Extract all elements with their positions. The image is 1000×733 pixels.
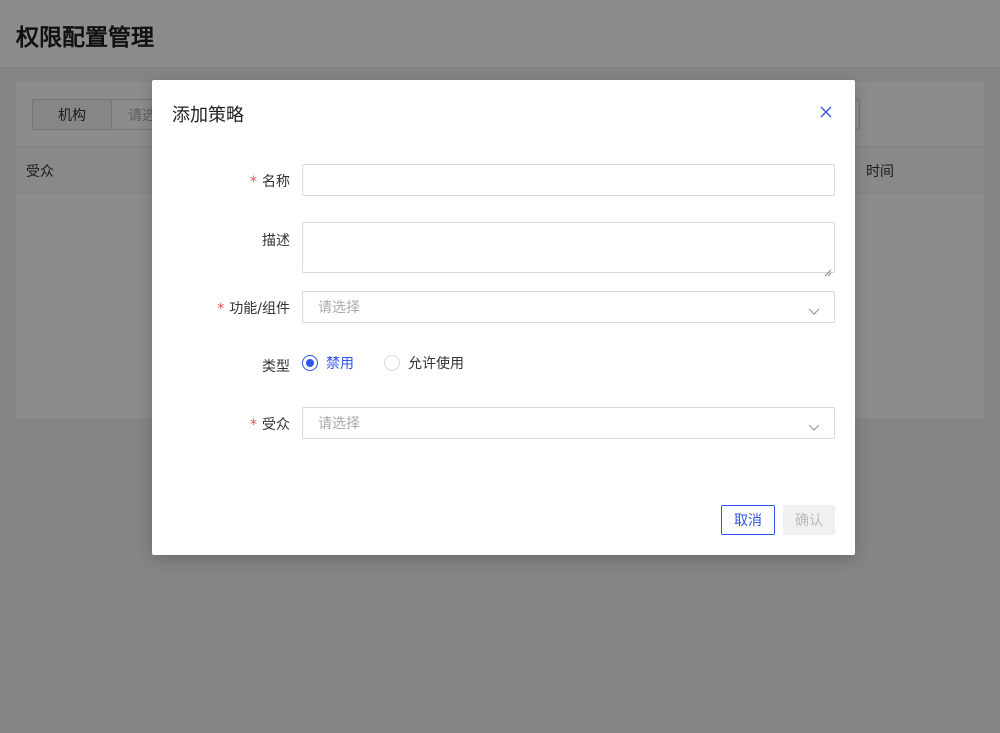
resize-grip-icon[interactable] [824, 262, 832, 277]
add-policy-modal: 添加策略 * 名称 描述 * 功能/组件 请选择 类型 禁用 允许使用 * 受众… [152, 80, 855, 555]
radio-disable[interactable]: 禁用 [302, 353, 354, 373]
description-textarea[interactable] [302, 222, 835, 277]
radio-disable-label: 禁用 [326, 356, 354, 372]
audience-label: * 受众 [250, 417, 290, 433]
radio-allow-circle[interactable] [384, 355, 400, 371]
chevron-down-icon [808, 420, 820, 431]
type-radio-group: 禁用 允许使用 [302, 352, 494, 374]
audience-placeholder: 请选择 [318, 416, 360, 432]
function-component-label: * 功能/组件 [217, 301, 290, 317]
close-icon[interactable] [816, 102, 836, 122]
type-label: 类型 [262, 359, 290, 375]
modal-title: 添加策略 [172, 105, 244, 126]
radio-disable-circle[interactable] [302, 355, 318, 371]
name-label: * 名称 [250, 174, 290, 190]
description-label: 描述 [262, 233, 290, 249]
audience-select[interactable]: 请选择 [302, 407, 835, 439]
required-mark: * [250, 174, 257, 190]
function-component-placeholder: 请选择 [318, 300, 360, 316]
name-input[interactable] [302, 164, 835, 196]
confirm-button[interactable]: 确认 [783, 505, 835, 535]
radio-allow[interactable]: 允许使用 [384, 353, 464, 373]
function-component-select[interactable]: 请选择 [302, 291, 835, 323]
radio-allow-label: 允许使用 [408, 356, 464, 372]
cancel-button[interactable]: 取消 [721, 505, 775, 535]
chevron-down-icon [808, 304, 820, 315]
